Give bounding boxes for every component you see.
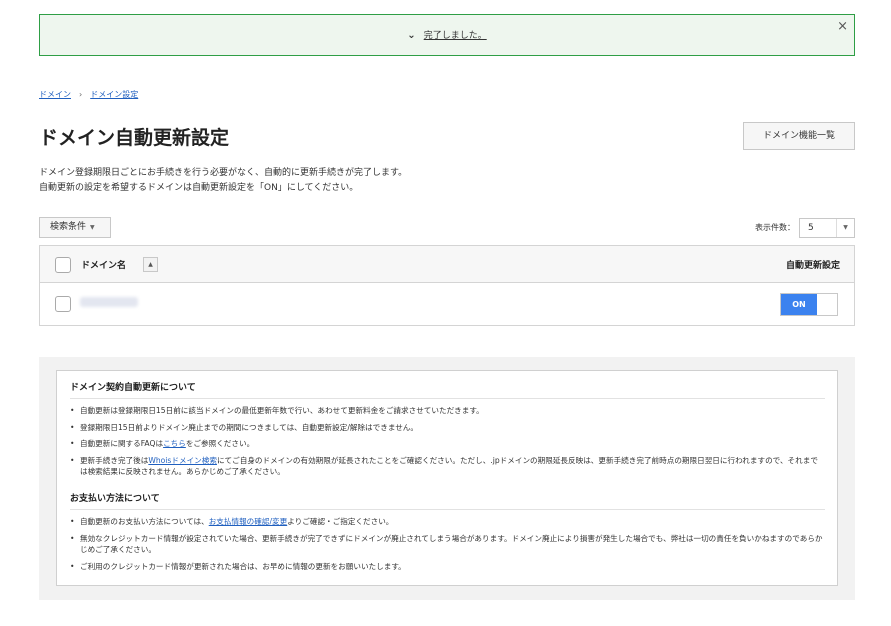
table-header: ドメイン名 ▲ 自動更新設定 bbox=[40, 246, 854, 283]
page-description: ドメイン登録期限日ごとにお手続きを行う必要がなく、自動的に更新手続きが完了します… bbox=[39, 166, 407, 196]
whois-link[interactable]: Whoisドメイン検索 bbox=[148, 456, 217, 465]
payment-text-pre: 自動更新のお支払い方法については、 bbox=[80, 517, 209, 526]
close-icon[interactable]: × bbox=[837, 19, 848, 34]
whois-text-pre: 更新手続き完了後は bbox=[80, 455, 149, 465]
breadcrumb: ドメイン › ドメイン設定 bbox=[39, 89, 138, 100]
description-line-2: 自動更新の設定を希望するドメインは自動更新設定を「ON」にしてください。 bbox=[39, 183, 359, 193]
auto-renew-info-heading: ドメイン契約自動更新について bbox=[70, 383, 196, 393]
divider bbox=[70, 509, 825, 510]
row-checkbox[interactable] bbox=[55, 296, 71, 312]
faq-link[interactable]: こちら bbox=[163, 439, 186, 448]
payment-text-post: よりご確認・ご指定ください。 bbox=[287, 517, 394, 526]
select-all-checkbox[interactable] bbox=[55, 257, 71, 273]
page-title: ドメイン自動更新設定 bbox=[39, 127, 230, 149]
column-auto-renew: 自動更新設定 bbox=[785, 261, 840, 271]
list-item: 登録期限日15日前よりドメイン廃止までの期間につきましては、自動更新設定/解除は… bbox=[70, 422, 825, 434]
perpage-label: 表示件数： bbox=[755, 223, 795, 232]
domain-name-redacted bbox=[80, 297, 138, 307]
list-item: 自動更新は登録期限日15日前に該当ドメインの最低更新年数で行い、あわせて更新料金… bbox=[70, 405, 825, 417]
auto-renew-info-list: 自動更新は登録期限日15日前に該当ドメインの最低更新年数で行い、あわせて更新料金… bbox=[70, 405, 825, 483]
breadcrumb-domain[interactable]: ドメイン bbox=[39, 90, 71, 99]
sort-icon[interactable]: ▲ bbox=[143, 257, 158, 272]
list-item: 無効なクレジットカード情報が設定されていた場合、更新手続きが完了できずにドメイン… bbox=[70, 533, 825, 556]
toggle-on-label: ON bbox=[781, 294, 817, 315]
payment-info-link[interactable]: お支払情報の確認/変更 bbox=[209, 517, 288, 526]
faq-text-pre: 自動更新に関するFAQは bbox=[80, 439, 164, 448]
list-item: ご利用のクレジットカード情報が更新された場合は、お早めに情報の更新をお願いいたし… bbox=[70, 561, 825, 573]
description-line-1: ドメイン登録期限日ごとにお手続きを行う必要がなく、自動的に更新手続きが完了します… bbox=[39, 168, 408, 178]
column-domain-name: ドメイン名 bbox=[81, 261, 127, 271]
info-box: ドメイン契約自動更新について 自動更新は登録期限日15日前に該当ドメインの最低更… bbox=[56, 370, 838, 586]
list-item: 更新手続き完了後はWhoisドメイン検索にてご自身のドメインの有効期限が延長され… bbox=[70, 455, 825, 478]
payment-info-list: 自動更新のお支払い方法については、お支払情報の確認/変更よりご確認・ご指定くださ… bbox=[70, 516, 825, 577]
perpage-value: 5 bbox=[808, 223, 814, 233]
caret-down-icon: ▼ bbox=[90, 224, 95, 231]
payment-info-heading: お支払い方法について bbox=[70, 494, 160, 504]
search-conditions-button[interactable]: 検索条件 ▼ bbox=[39, 217, 111, 238]
list-item: 自動更新のお支払い方法については、お支払情報の確認/変更よりご確認・ご指定くださ… bbox=[70, 516, 825, 528]
success-notice: ⌄ 完了しました。 × bbox=[39, 14, 855, 56]
domain-table: ドメイン名 ▲ 自動更新設定 ON bbox=[39, 245, 855, 326]
breadcrumb-domain-settings[interactable]: ドメイン設定 bbox=[90, 90, 138, 99]
select-arrow-icon: ▼ bbox=[836, 219, 854, 237]
divider bbox=[70, 398, 825, 399]
domain-features-button[interactable]: ドメイン機能一覧 bbox=[743, 122, 855, 150]
perpage-select[interactable]: 5 ▼ bbox=[799, 218, 855, 238]
list-item: 自動更新に関するFAQはこちらをご参照ください。 bbox=[70, 438, 825, 450]
auto-renew-toggle[interactable]: ON bbox=[780, 293, 838, 316]
notice-message-link[interactable]: 完了しました。 bbox=[424, 31, 487, 41]
notice-message-row: ⌄ 完了しました。 bbox=[40, 28, 854, 41]
chevron-down-icon[interactable]: ⌄ bbox=[407, 30, 415, 41]
search-conditions-label: 検索条件 bbox=[50, 222, 87, 232]
info-section: ドメイン契約自動更新について 自動更新は登録期限日15日前に該当ドメインの最低更… bbox=[39, 357, 855, 600]
faq-text-post: をご参照ください。 bbox=[185, 439, 255, 448]
breadcrumb-separator-icon: › bbox=[79, 90, 83, 99]
